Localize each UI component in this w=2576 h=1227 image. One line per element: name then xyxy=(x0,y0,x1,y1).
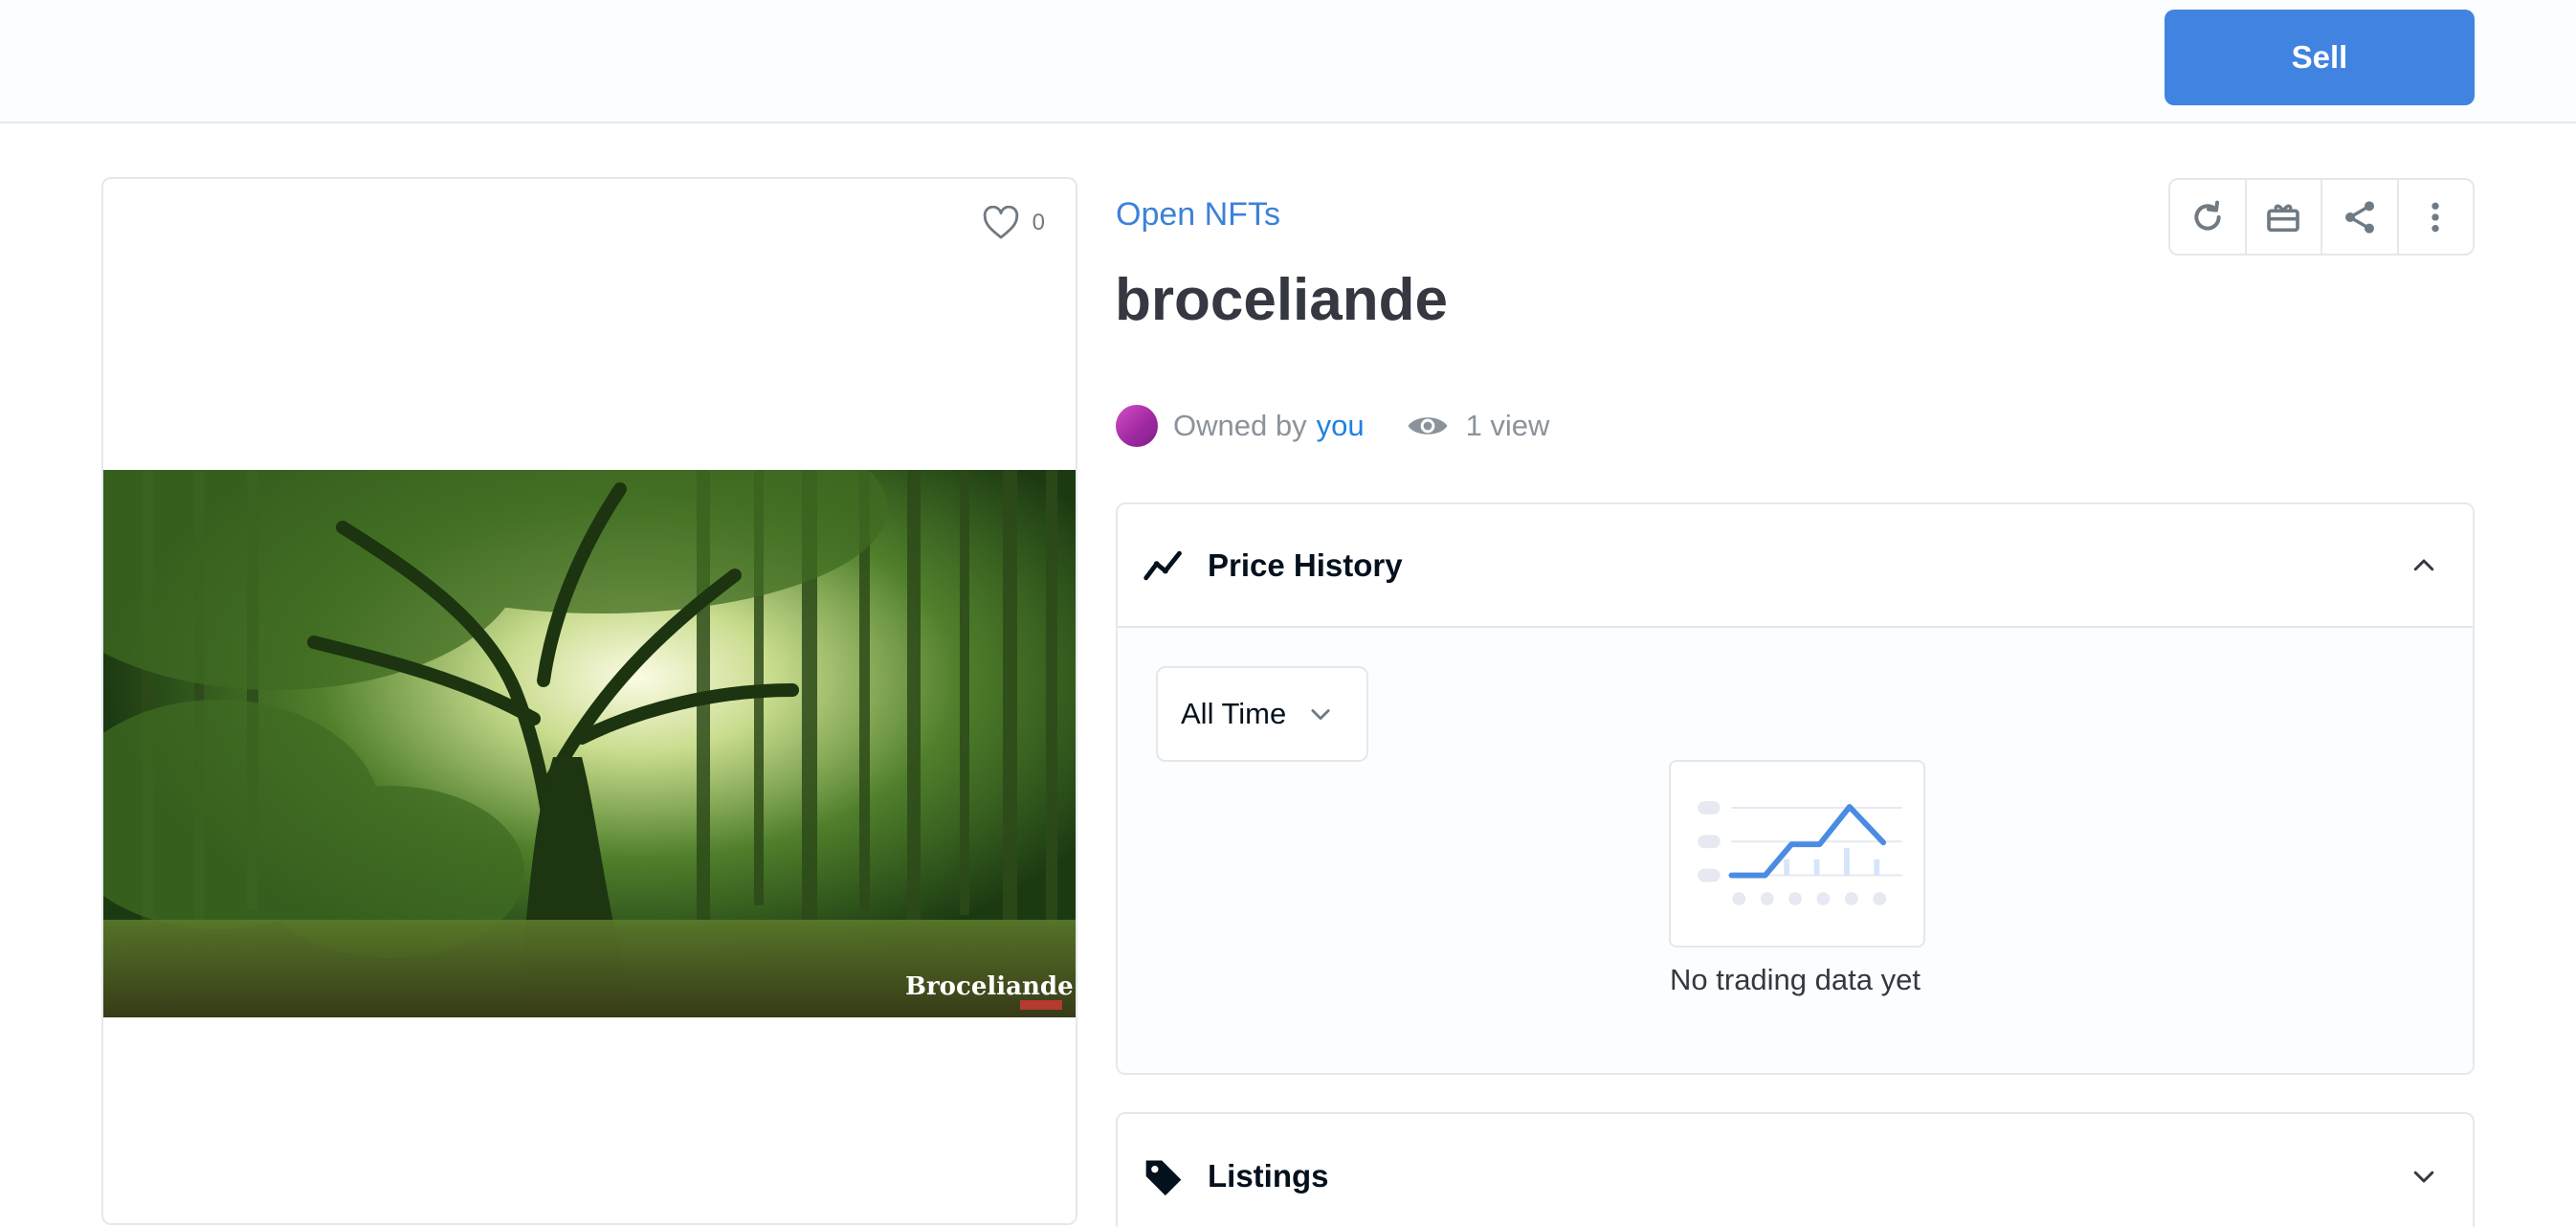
owner-row: Owned by you 1 view xyxy=(1116,402,1549,450)
refresh-icon xyxy=(2194,200,2221,231)
eye-icon xyxy=(1408,417,1448,435)
listings-header[interactable]: Listings xyxy=(1118,1114,2473,1227)
view-count: 1 view xyxy=(1407,409,1550,443)
price-history-header[interactable]: Price History xyxy=(1118,504,2473,628)
top-bar: Sell xyxy=(0,0,2576,123)
chevron-up-icon[interactable] xyxy=(2409,551,2438,580)
empty-chart-illustration xyxy=(1669,760,1925,948)
price-history-title: Price History xyxy=(1208,547,1403,583)
owned-by-label: Owned by xyxy=(1173,409,1307,442)
more-vertical-icon xyxy=(2432,202,2439,232)
favorite-count: 0 xyxy=(1032,210,1045,235)
more-options-button[interactable] xyxy=(2399,180,2474,254)
nft-image[interactable]: Broceliande xyxy=(103,470,1076,1017)
asset-actions xyxy=(2168,178,2475,256)
owner-avatar[interactable] xyxy=(1116,405,1158,447)
asset-image-card: 0 Broceliande xyxy=(101,177,1077,1225)
gift-button[interactable] xyxy=(2247,180,2322,254)
listings-title: Listings xyxy=(1208,1158,1329,1194)
asset-title: broceliande xyxy=(1115,267,1448,333)
gift-icon xyxy=(2267,204,2300,232)
time-range-value: All Time xyxy=(1181,697,1287,730)
price-history-panel: Price History All Time No trading data y… xyxy=(1116,502,2475,1075)
listings-panel: Listings xyxy=(1116,1112,2475,1227)
view-count-text: 1 view xyxy=(1465,409,1550,442)
heart-icon xyxy=(983,206,1018,239)
no-trading-data-text: No trading data yet xyxy=(1670,963,1921,996)
chevron-down-icon xyxy=(1311,709,1330,721)
time-range-select[interactable]: All Time xyxy=(1156,666,1368,762)
trending-icon xyxy=(1144,550,1182,580)
share-button[interactable] xyxy=(2322,180,2399,254)
refresh-button[interactable] xyxy=(2170,180,2247,254)
chevron-down-icon[interactable] xyxy=(2409,1162,2438,1191)
owner-link[interactable]: you xyxy=(1317,409,1365,443)
sell-button[interactable]: Sell xyxy=(2165,10,2475,105)
image-watermark: Broceliande xyxy=(905,972,1074,1001)
share-icon xyxy=(2344,200,2374,234)
favorite-button[interactable]: 0 xyxy=(983,206,1045,240)
price-history-body: All Time No trading data yet xyxy=(1118,628,2473,1073)
collection-link[interactable]: Open NFTs xyxy=(1116,196,1280,234)
tag-icon xyxy=(1145,1160,1182,1196)
